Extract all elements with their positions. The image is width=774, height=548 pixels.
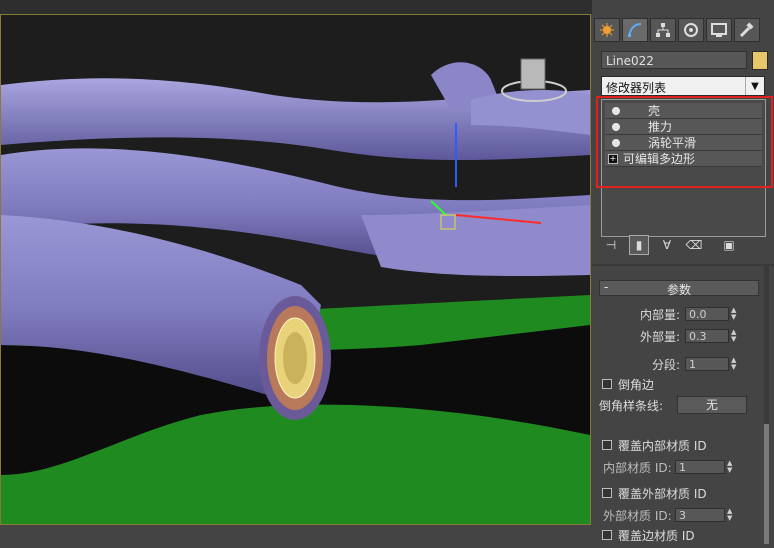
stack-toolbar: ⊣ ▮ ∀ ⌫ ▣ (602, 234, 767, 256)
hierarchy-tab-icon[interactable] (650, 18, 676, 42)
utilities-tab-icon[interactable] (734, 18, 760, 42)
override-inner-mat-label: 覆盖内部材质 ID (618, 438, 707, 453)
spinner-arrows-icon[interactable]: ▲ ▼ (731, 357, 741, 371)
inner-amount-label: 内部量: (639, 307, 680, 322)
override-inner-mat-checkbox[interactable] (602, 440, 612, 450)
override-edge-mat-row: 覆盖边材质 ID (602, 528, 695, 542)
perspective-viewport[interactable] (0, 14, 591, 525)
bevel-spline-row: 倒角样条线: 无 (599, 396, 747, 414)
override-inner-mat-row: 覆盖内部材质 ID (602, 436, 707, 454)
object-color-swatch[interactable] (752, 51, 768, 70)
inner-mat-id-input[interactable]: 1 (675, 460, 725, 474)
configure-sets-icon[interactable]: ▣ (720, 236, 738, 254)
modify-tab-icon[interactable] (622, 18, 648, 42)
motion-tab-icon[interactable] (678, 18, 704, 42)
segments-input[interactable]: 1 (685, 357, 729, 371)
spinner-arrows-icon[interactable]: ▲ ▼ (727, 460, 737, 474)
collapse-icon[interactable]: - (604, 280, 608, 294)
object-name-field[interactable]: Line022 (601, 51, 747, 69)
override-edge-mat-label: 覆盖边材质 ID (618, 528, 695, 543)
inner-amount-row: 内部量: 0.0 ▲ ▼ (638, 305, 741, 323)
top-strip (0, 0, 592, 14)
create-tab-icon[interactable] (594, 18, 620, 42)
bevel-edges-checkbox[interactable] (602, 379, 612, 389)
modifier-list-dropdown[interactable]: 修改器列表 ▼ (601, 76, 765, 96)
outer-amount-input[interactable]: 0.3 (685, 329, 729, 343)
show-end-result-icon[interactable]: ▮ (629, 235, 649, 255)
spinner-arrows-icon[interactable]: ▲ ▼ (731, 307, 741, 321)
chevron-down-icon[interactable]: ▼ (745, 77, 764, 95)
parameters-rollout: 参数 - 内部量: 0.0 ▲ ▼ 外部量: 0.3 ▲ ▼ 分段: 1 ▲ ▼ 倒角… (599, 278, 759, 548)
inner-mat-id-row: 内部材质 ID: 1 ▲ ▼ (603, 458, 737, 476)
panel-scrollbar-thumb[interactable] (764, 424, 769, 544)
bevel-spline-button[interactable]: 无 (677, 396, 747, 414)
segments-label: 分段: (651, 357, 680, 372)
spinner-arrows-icon[interactable]: ▲ ▼ (727, 508, 737, 522)
outer-mat-id-label: 外部材质 ID: (603, 508, 672, 523)
remove-modifier-icon[interactable]: ⌫ (685, 236, 703, 254)
outer-mat-id-row: 外部材质 ID: 3 ▲ ▼ (603, 506, 737, 524)
light-object (520, 58, 546, 90)
command-panel: Line022 修改器列表 ▼ 壳 推力 涡轮平滑 + 可编辑多边形 ⊣ ▮ ∀… (592, 14, 774, 544)
spinner-arrows-icon[interactable]: ▲ ▼ (731, 329, 741, 343)
rollout-title: 参数 (666, 283, 691, 297)
tube-right-mid (361, 205, 590, 277)
outer-amount-label: 外部量: (639, 329, 680, 344)
pin-stack-icon[interactable]: ⊣ (602, 236, 620, 254)
override-outer-mat-row: 覆盖外部材质 ID (602, 484, 707, 502)
inner-mat-id-label: 内部材质 ID: (603, 460, 672, 475)
viewport-scene (1, 15, 590, 524)
display-tab-icon[interactable] (706, 18, 732, 42)
tube-end-core (283, 332, 307, 384)
segments-row: 分段: 1 ▲ ▼ (638, 355, 741, 373)
outer-amount-row: 外部量: 0.3 ▲ ▼ (638, 327, 741, 345)
modifier-list-label: 修改器列表 (606, 81, 667, 95)
override-outer-mat-checkbox[interactable] (602, 488, 612, 498)
inner-amount-input[interactable]: 0.0 (685, 307, 729, 321)
make-unique-icon[interactable]: ∀ (658, 236, 676, 254)
command-panel-tabs (594, 18, 762, 44)
panel-divider (592, 264, 774, 266)
bevel-spline-label: 倒角样条线: (599, 398, 664, 413)
rollout-header[interactable]: 参数 - (599, 280, 759, 297)
bevel-edges-row: 倒角边 (602, 375, 654, 393)
outer-mat-id-input[interactable]: 3 (675, 508, 725, 522)
bevel-edges-label: 倒角边 (618, 377, 655, 392)
override-outer-mat-label: 覆盖外部材质 ID (618, 486, 707, 501)
highlight-annotation-box (596, 96, 773, 188)
